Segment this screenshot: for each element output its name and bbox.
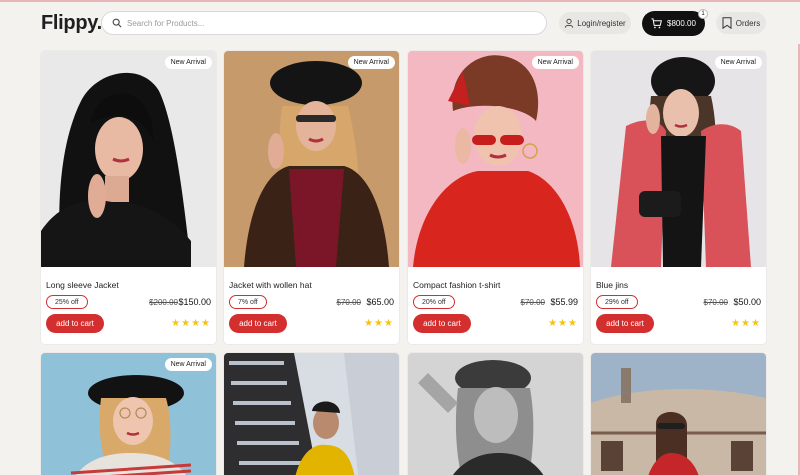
product-card[interactable] bbox=[591, 353, 766, 475]
cart-icon bbox=[651, 18, 663, 29]
product-image[interactable] bbox=[224, 353, 399, 475]
add-to-cart-button[interactable]: add to cart bbox=[46, 314, 104, 333]
product-name[interactable]: Jacket with wollen hat bbox=[229, 280, 312, 290]
discount-badge: 29% off bbox=[596, 295, 638, 309]
logo[interactable]: Flippy. bbox=[41, 12, 102, 35]
product-photo-2 bbox=[224, 51, 399, 267]
product-image[interactable] bbox=[224, 51, 399, 267]
product-photo-3 bbox=[408, 51, 583, 267]
rating-stars: ★★★ bbox=[364, 318, 394, 329]
user-icon bbox=[565, 18, 574, 28]
discount-badge: 7% off bbox=[229, 295, 267, 309]
new-arrival-badge: New Arrival bbox=[164, 358, 212, 371]
rating-stars: ★★★ bbox=[731, 318, 761, 329]
product-photo-6 bbox=[224, 353, 399, 475]
rating-stars: ★★★★ bbox=[171, 318, 211, 329]
product-name[interactable]: Compact fashion t-shirt bbox=[413, 280, 500, 290]
old-price: $70.00 bbox=[703, 298, 728, 307]
product-card[interactable]: New Arrival Long sleeve Jacket 25% off $… bbox=[41, 51, 216, 344]
product-card[interactable] bbox=[224, 353, 399, 475]
add-to-cart-button[interactable]: add to cart bbox=[596, 314, 654, 333]
rating-stars: ★★★ bbox=[548, 318, 578, 329]
search-icon bbox=[112, 18, 122, 28]
cart-amount: $800.00 bbox=[667, 19, 696, 28]
new-arrival-badge: New Arrival bbox=[164, 56, 212, 69]
add-to-cart-button[interactable]: add to cart bbox=[413, 314, 471, 333]
header: Flippy. Login/register $800.00 1 Orders bbox=[0, 2, 800, 44]
bookmark-icon bbox=[722, 17, 732, 29]
product-name[interactable]: Blue jins bbox=[596, 280, 628, 290]
old-price: $70.00 bbox=[336, 298, 361, 307]
product-photo-4 bbox=[591, 51, 766, 267]
product-image[interactable] bbox=[591, 51, 766, 267]
new-arrival-badge: New Arrival bbox=[531, 56, 579, 69]
discount-badge: 20% off bbox=[413, 295, 455, 309]
product-name[interactable]: Long sleeve Jacket bbox=[46, 280, 119, 290]
add-to-cart-button[interactable]: add to cart bbox=[229, 314, 287, 333]
product-photo-5 bbox=[41, 353, 216, 475]
price: $50.00 bbox=[733, 297, 761, 307]
price: $55.99 bbox=[550, 297, 578, 307]
cart-button[interactable]: $800.00 1 bbox=[642, 9, 708, 36]
product-photo-7 bbox=[408, 353, 583, 475]
product-card[interactable] bbox=[408, 353, 583, 475]
old-price: $70.00 bbox=[520, 298, 545, 307]
product-image[interactable] bbox=[41, 51, 216, 267]
orders-button[interactable]: Orders bbox=[716, 12, 766, 34]
product-image[interactable] bbox=[408, 51, 583, 267]
discount-badge: 25% off bbox=[46, 295, 88, 309]
product-photo-1 bbox=[41, 51, 216, 267]
price: $150.00 bbox=[178, 297, 211, 307]
product-card[interactable]: New Arrival Compact fashion t-shirt 20% … bbox=[408, 51, 583, 344]
login-label: Login/register bbox=[577, 18, 626, 28]
price: $65.00 bbox=[366, 297, 394, 307]
product-card[interactable]: New Arrival bbox=[41, 353, 216, 475]
login-button[interactable]: Login/register bbox=[559, 12, 631, 34]
orders-label: Orders bbox=[735, 18, 761, 28]
new-arrival-badge: New Arrival bbox=[347, 56, 395, 69]
cart-count-badge: 1 bbox=[698, 9, 708, 19]
product-card[interactable]: New Arrival Blue jins 29% off $70.00 $50… bbox=[591, 51, 766, 344]
product-image[interactable] bbox=[408, 353, 583, 475]
product-photo-8 bbox=[591, 353, 766, 475]
new-arrival-badge: New Arrival bbox=[714, 56, 762, 69]
product-card[interactable]: New Arrival Jacket with wollen hat 7% of… bbox=[224, 51, 399, 344]
old-price: $200.00 bbox=[149, 298, 178, 307]
search-bar[interactable] bbox=[101, 11, 547, 35]
product-image[interactable] bbox=[591, 353, 766, 475]
search-input[interactable] bbox=[127, 18, 527, 28]
product-image[interactable] bbox=[41, 353, 216, 475]
